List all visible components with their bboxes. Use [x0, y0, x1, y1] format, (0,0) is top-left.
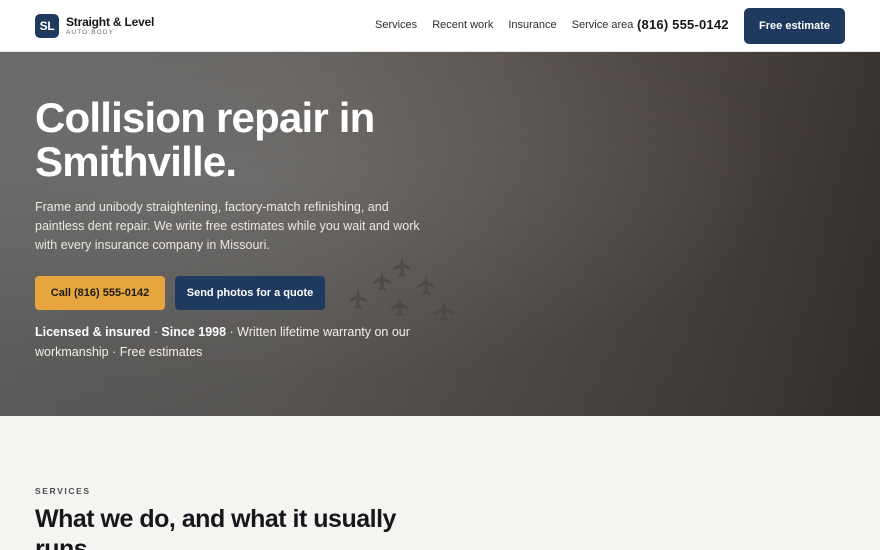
nav-link-insurance[interactable]: Insurance: [508, 19, 556, 31]
call-button[interactable]: Call (816) 555-0142: [35, 276, 165, 310]
header-phone-link[interactable]: (816) 555-0142: [637, 17, 729, 32]
hero-section: Collision repair in Smithville. Frame an…: [0, 52, 880, 416]
send-photos-button[interactable]: Send photos for a quote: [175, 276, 325, 310]
hero-title: Collision repair in Smithville.: [35, 94, 375, 185]
services-section: SERVICES What we do, and what it usually…: [0, 416, 880, 550]
logo-text: Straight & Level AUTO BODY: [66, 16, 154, 37]
main-nav: Services Recent work Insurance Service a…: [375, 19, 648, 31]
logo-mark: SL: [35, 14, 59, 38]
logo-subtitle: AUTO BODY: [66, 28, 115, 36]
logo-name: Straight & Level: [66, 14, 155, 29]
trust-line: Licensed & insured · Since 1998 · Writte…: [35, 322, 415, 362]
hero-subtitle: Frame and unibody straightening, factory…: [35, 200, 420, 252]
site-header: SL Straight & Level AUTO BODY Services R…: [0, 0, 880, 52]
logo[interactable]: SL Straight & Level AUTO BODY: [35, 14, 154, 38]
nav-link-recent-work[interactable]: Recent work: [432, 19, 493, 31]
trust-licensed: Licensed & insured: [35, 325, 151, 339]
trust-since: Since 1998: [161, 325, 227, 339]
nav-link-services[interactable]: Services: [375, 19, 417, 31]
free-estimate-button[interactable]: Free estimate: [744, 8, 845, 44]
trust-separator: ·: [150, 325, 162, 339]
services-title: What we do, and what it usually runs.: [35, 505, 396, 550]
nav-link-service-area[interactable]: Service area: [572, 19, 634, 31]
services-eyebrow: SERVICES: [35, 486, 91, 496]
